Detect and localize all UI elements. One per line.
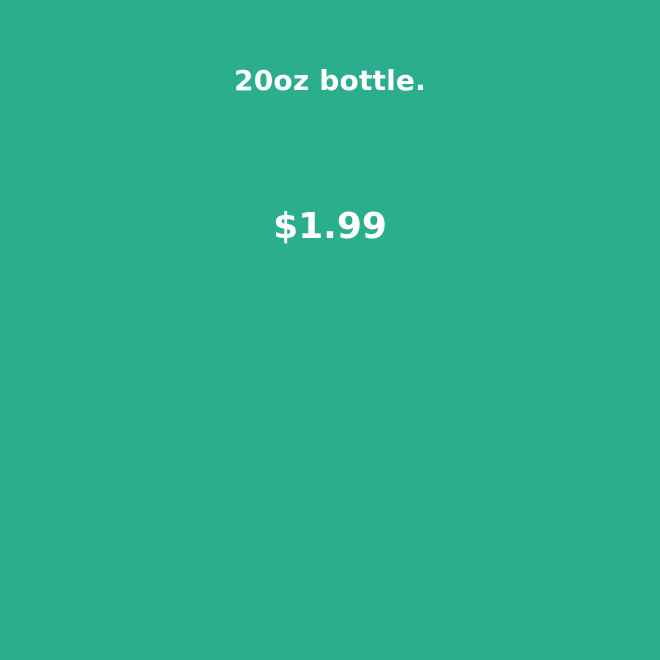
product-card: 20oz bottle. $1.99	[0, 0, 660, 660]
product-description: 20oz bottle.	[234, 64, 426, 97]
product-price: $1.99	[273, 206, 387, 247]
